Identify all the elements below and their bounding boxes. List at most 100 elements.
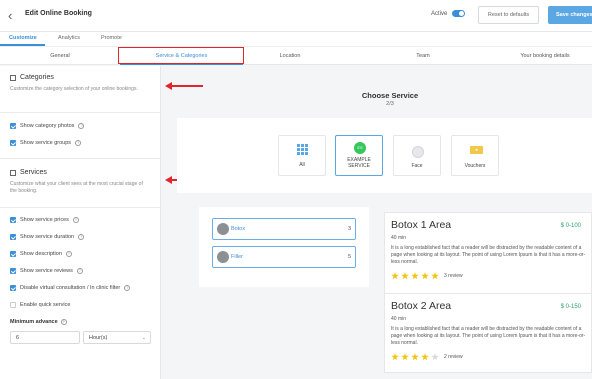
grid-icon: [297, 144, 308, 155]
services-description: Customize what your client sees at the m…: [10, 181, 143, 194]
help-icon[interactable]: ?: [124, 285, 131, 291]
star-icon: [391, 272, 399, 280]
service-description: It is a long established fact that a rea…: [391, 245, 586, 265]
voucher-icon: ★: [470, 146, 483, 154]
service-duration: 40 min: [391, 316, 407, 322]
tab-promote[interactable]: Promote: [101, 35, 122, 41]
tab-customize[interactable]: Customize: [9, 35, 37, 41]
star-icon: [421, 272, 429, 280]
option-show-service-groups[interactable]: Show service groups ?: [10, 140, 82, 146]
list-icon: [10, 74, 16, 81]
service-price: $ 0-150: [560, 304, 581, 310]
category-label: EXAMPLE SERVICE: [347, 157, 371, 169]
category-label: Face: [411, 163, 423, 169]
active-label: Active: [431, 11, 448, 17]
service-title: Botox 1 Area: [391, 219, 452, 231]
choose-service-title: Choose Service: [361, 91, 419, 100]
service-price: $ 0-100: [560, 223, 581, 229]
checkbox[interactable]: [10, 285, 16, 291]
service-group-item[interactable]: Filler 5: [212, 246, 356, 268]
help-icon[interactable]: ?: [76, 268, 83, 274]
option-disable-virtual-consultation[interactable]: Disable virtual consultation / In clinic…: [10, 285, 131, 291]
review-count: 2 review: [444, 354, 463, 360]
reset-to-defaults-button[interactable]: Reset to defaults: [478, 6, 539, 24]
save-changes-button[interactable]: Save changes: [548, 6, 592, 24]
option-show-description[interactable]: Show description ?: [10, 251, 72, 257]
checkbox[interactable]: [10, 251, 16, 257]
category-label: Vouchers: [464, 163, 486, 169]
service-thumbnail: [217, 223, 229, 235]
face-icon: [412, 146, 424, 158]
service-duration: 40 min: [391, 235, 407, 241]
service-icon: [10, 169, 16, 176]
chevron-down-icon: ⌄: [141, 335, 146, 341]
categories-section-title: Categories: [10, 74, 54, 81]
settings-sidebar: Categories Customize the category select…: [0, 66, 161, 379]
back-chevron-icon[interactable]: ‹: [8, 8, 12, 23]
page-title: Edit Online Booking: [25, 10, 92, 17]
category-label: All: [299, 162, 305, 168]
help-icon[interactable]: ?: [60, 319, 67, 325]
category-panel: [177, 118, 592, 193]
checkbox[interactable]: [10, 302, 16, 308]
services-section-title: Services: [10, 169, 47, 176]
review-count: 3 review: [444, 273, 463, 279]
help-icon[interactable]: ?: [65, 251, 72, 257]
subtab-location[interactable]: Location: [250, 53, 330, 59]
star-icon: [401, 272, 409, 280]
service-group-item[interactable]: Botox 3: [212, 218, 356, 240]
minimum-advance-input[interactable]: 6: [10, 331, 80, 344]
help-icon[interactable]: ?: [75, 140, 82, 146]
checkbox[interactable]: [10, 234, 16, 240]
divider: [0, 158, 161, 159]
service-card[interactable]: Botox 1 Area $ 0-100 40 min It is a long…: [384, 212, 592, 294]
example-service-icon: ES: [354, 142, 366, 154]
categories-description: Customize the category selection of your…: [10, 86, 138, 92]
star-icon: [401, 353, 409, 361]
service-title: Botox 2 Area: [391, 300, 452, 312]
star-empty-icon: [431, 353, 439, 361]
pointer-arrow-icon: [165, 82, 203, 90]
star-icon: [411, 353, 419, 361]
step-indicator: 2/3: [386, 101, 394, 107]
subtab-team[interactable]: Team: [383, 53, 463, 59]
option-show-category-photos[interactable]: Show category photos ?: [10, 123, 85, 129]
option-show-service-prices[interactable]: Show service prices ?: [10, 217, 79, 223]
subtab-general[interactable]: General: [20, 53, 100, 59]
help-icon[interactable]: ?: [78, 123, 85, 129]
service-card[interactable]: Botox 2 Area $ 0-150 40 min It is a long…: [384, 293, 592, 373]
divider: [0, 112, 161, 113]
top-bar: ‹ Edit Online Booking Active Reset to de…: [0, 0, 592, 32]
star-icon: [391, 353, 399, 361]
active-toggle[interactable]: [452, 10, 465, 17]
checkbox[interactable]: [10, 268, 16, 274]
minimum-advance-label: Minimum advance ?: [10, 319, 67, 325]
subtab-your-booking-details[interactable]: Your booking details: [500, 53, 590, 59]
star-icon: [421, 353, 429, 361]
highlight-box: [118, 47, 244, 64]
checkbox[interactable]: [10, 217, 16, 223]
help-icon[interactable]: ?: [78, 234, 85, 240]
active-subtab-indicator: [120, 64, 243, 65]
checkbox[interactable]: [10, 123, 16, 129]
star-icon: [431, 272, 439, 280]
service-description: It is a long established fact that a rea…: [391, 326, 586, 346]
rating-stars: 2 review: [391, 353, 463, 361]
option-show-service-reviews[interactable]: Show service reviews ?: [10, 268, 83, 274]
divider: [0, 207, 161, 208]
rating-stars: 3 review: [391, 272, 463, 280]
category-all[interactable]: All: [278, 135, 326, 176]
star-icon: [411, 272, 419, 280]
category-vouchers[interactable]: ★ Vouchers: [451, 135, 499, 176]
minimum-advance-unit-select[interactable]: Hour(s) ⌄: [83, 331, 151, 344]
sub-tabs: General Service & Categories Location Te…: [0, 46, 592, 65]
service-thumbnail: [217, 251, 229, 263]
option-enable-quick-service[interactable]: Enable quick service: [10, 302, 70, 308]
help-icon[interactable]: ?: [72, 217, 79, 223]
category-face[interactable]: Face: [393, 135, 441, 176]
tab-analytics[interactable]: Analytics: [58, 35, 80, 41]
category-example-service[interactable]: ES EXAMPLE SERVICE: [335, 135, 383, 176]
main-tabs: Customize Analytics Promote: [0, 32, 592, 46]
option-show-service-duration[interactable]: Show service duration ?: [10, 234, 85, 240]
checkbox[interactable]: [10, 140, 16, 146]
